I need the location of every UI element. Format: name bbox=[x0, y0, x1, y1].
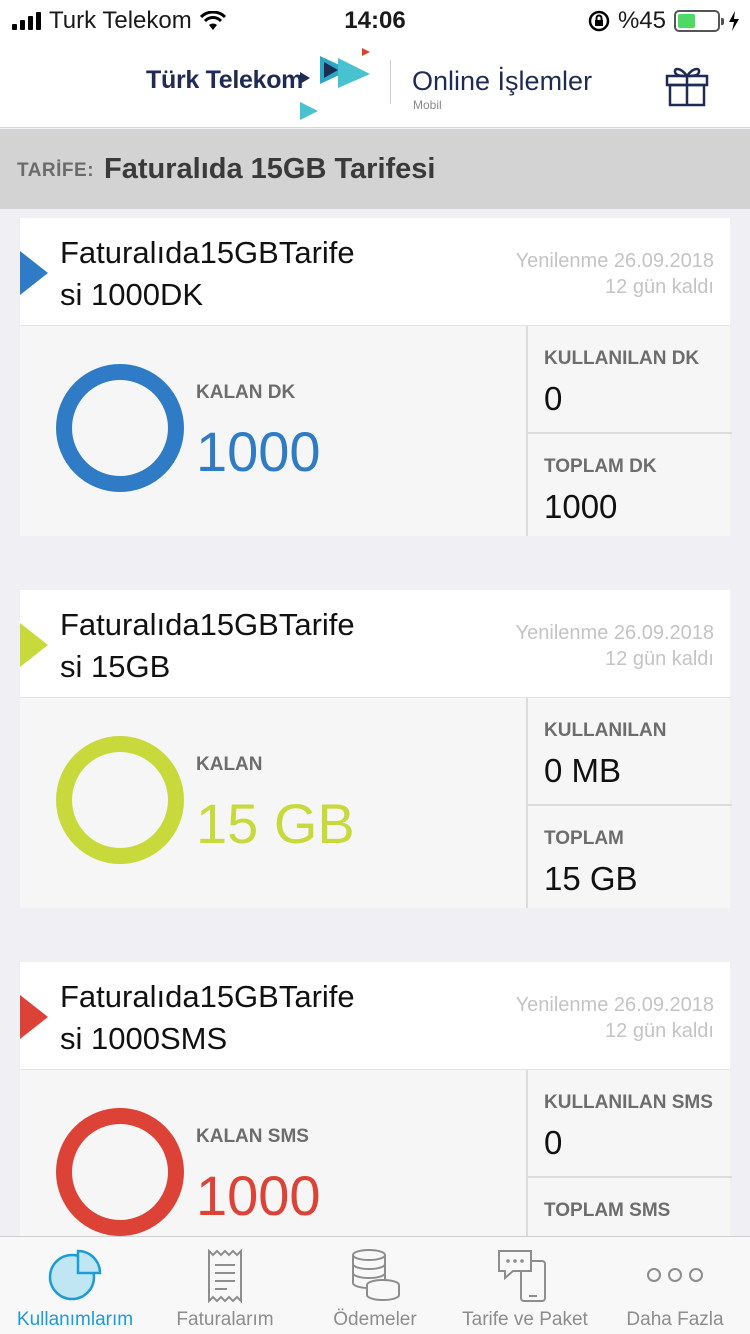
days-left: 12 gün kaldı bbox=[605, 1020, 714, 1042]
tariff-label: TARİFE: bbox=[17, 160, 95, 181]
used-value: 0 bbox=[544, 380, 563, 417]
card-title: Faturalıda15GBTarife si 15GB bbox=[60, 604, 390, 688]
used-row: KULLANILAN DK 0 bbox=[528, 326, 732, 430]
usage-side-panel: KULLANILAN DK 0 TOPLAM DK 1000 bbox=[526, 326, 732, 536]
charging-icon bbox=[729, 11, 739, 31]
more-icon bbox=[647, 1268, 703, 1282]
battery-percent: %45 bbox=[617, 7, 666, 34]
rotation-lock-icon bbox=[588, 10, 610, 32]
package-card-data[interactable]: Faturalıda15GBTarife si 15GB Yenilenme 2… bbox=[20, 590, 732, 908]
green-arrow-icon bbox=[20, 623, 48, 667]
package-card-sms[interactable]: Faturalıda15GBTarife si 1000SMS Yenilenm… bbox=[20, 962, 732, 1280]
card-header: Faturalıda15GBTarife si 15GB Yenilenme 2… bbox=[20, 590, 730, 698]
card-title-line2: si 15GB bbox=[60, 649, 171, 684]
renewal-date: Yenilenme 26.09.2018 bbox=[515, 622, 714, 644]
used-label: KULLANILAN SMS bbox=[544, 1092, 713, 1113]
tariff-bar: TARİFE: Faturalıda 15GB Tarifesi bbox=[0, 129, 750, 209]
tab-label: Tarife ve Paket bbox=[462, 1309, 588, 1330]
tab-tarife-ve-paket[interactable]: Tarife ve Paket bbox=[450, 1237, 600, 1334]
total-row: TOPLAM DK 1000 bbox=[528, 432, 732, 536]
renewal-date: Yenilenme 26.09.2018 bbox=[515, 994, 714, 1016]
remaining-value: 1000 bbox=[196, 420, 321, 483]
brand-name: Türk Telekom bbox=[146, 66, 304, 94]
tab-label: Faturalarım bbox=[176, 1309, 274, 1330]
card-title-line2: si 1000SMS bbox=[60, 1021, 228, 1056]
tab-label: Daha Fazla bbox=[626, 1309, 724, 1330]
tab-label: Ödemeler bbox=[333, 1309, 417, 1330]
used-value: 0 bbox=[544, 1124, 563, 1161]
used-row: KULLANILAN 0 MB bbox=[528, 698, 732, 802]
used-label: KULLANILAN DK bbox=[544, 348, 700, 369]
tab-odemeler[interactable]: Ödemeler bbox=[300, 1237, 450, 1334]
remaining-label: KALAN bbox=[196, 754, 263, 775]
total-label: TOPLAM bbox=[544, 828, 624, 849]
blue-arrow-icon bbox=[20, 251, 48, 295]
renewal-info: Yenilenme 26.09.2018 12 gün kaldı bbox=[516, 620, 714, 672]
remaining-value: 15 GB bbox=[196, 792, 355, 855]
usage-side-panel: KULLANILAN 0 MB TOPLAM 15 GB bbox=[526, 698, 732, 908]
remaining-label: KALAN SMS bbox=[196, 1126, 309, 1147]
card-title-line2: si 1000DK bbox=[60, 277, 204, 312]
usage-ring bbox=[56, 1108, 184, 1236]
card-header: Faturalıda15GBTarife si 1000SMS Yenilenm… bbox=[20, 962, 730, 1070]
tab-label: Kullanımlarım bbox=[16, 1309, 134, 1330]
total-label: TOPLAM DK bbox=[544, 456, 657, 477]
header-subtitle: Mobil bbox=[413, 98, 442, 112]
tariff-name: Faturalıda 15GB Tarifesi bbox=[104, 152, 436, 185]
card-body: KALAN 15 GB KULLANILAN 0 MB TOPLAM 15 GB bbox=[20, 698, 732, 908]
tab-kullanimlarim[interactable]: Kullanımlarım bbox=[0, 1237, 150, 1334]
card-header: Faturalıda15GBTarife si 1000DK Yenilenme… bbox=[20, 218, 730, 326]
total-value: 1000 bbox=[544, 488, 618, 525]
days-left: 12 gün kaldı bbox=[605, 276, 714, 298]
header-divider bbox=[390, 60, 391, 104]
card-title-line1: Faturalıda15GBTarife bbox=[60, 979, 355, 1014]
tab-faturalarim[interactable]: Faturalarım bbox=[150, 1237, 300, 1334]
package-card-minutes[interactable]: Faturalıda15GBTarife si 1000DK Yenilenme… bbox=[20, 218, 732, 536]
card-body: KALAN DK 1000 KULLANILAN DK 0 TOPLAM DK … bbox=[20, 326, 732, 536]
coins-icon bbox=[352, 1249, 400, 1301]
used-row: KULLANILAN SMS 0 bbox=[528, 1070, 732, 1174]
tab-bar: Kullanımlarım Faturalarım Ödemeler Tarif… bbox=[0, 1236, 750, 1334]
receipt-icon bbox=[208, 1248, 242, 1303]
status-right: %45 bbox=[588, 7, 740, 35]
tab-daha-fazla[interactable]: Daha Fazla bbox=[600, 1237, 750, 1334]
gift-icon[interactable] bbox=[664, 62, 710, 108]
renewal-info: Yenilenme 26.09.2018 12 gün kaldı bbox=[516, 248, 714, 300]
card-title: Faturalıda15GBTarife si 1000DK bbox=[60, 232, 390, 316]
usage-ring bbox=[56, 736, 184, 864]
remaining-value: 1000 bbox=[196, 1164, 321, 1227]
red-arrow-icon bbox=[20, 995, 48, 1039]
header-title: Online İşlemler bbox=[412, 66, 593, 96]
used-value: 0 MB bbox=[544, 752, 622, 789]
phone-chat-icon bbox=[498, 1250, 546, 1302]
status-bar: Turk Telekom 14:06 %45 bbox=[0, 0, 750, 40]
app-header: Türk Telekom Online İşlemler Mobil bbox=[0, 40, 750, 128]
total-row: TOPLAM 15 GB bbox=[528, 804, 732, 908]
days-left: 12 gün kaldı bbox=[605, 648, 714, 670]
used-label: KULLANILAN bbox=[544, 720, 667, 741]
card-title: Faturalıda15GBTarife si 1000SMS bbox=[60, 976, 390, 1060]
remaining-label: KALAN DK bbox=[196, 382, 296, 403]
renewal-date: Yenilenme 26.09.2018 bbox=[515, 250, 714, 272]
renewal-info: Yenilenme 26.09.2018 12 gün kaldı bbox=[516, 992, 714, 1044]
card-title-line1: Faturalıda15GBTarife bbox=[60, 607, 355, 642]
total-label: TOPLAM SMS bbox=[544, 1200, 671, 1221]
card-title-line1: Faturalıda15GBTarife bbox=[60, 235, 355, 270]
turk-telekom-logo-icon bbox=[300, 48, 370, 120]
battery-icon bbox=[674, 10, 724, 32]
pie-chart-icon bbox=[48, 1249, 102, 1301]
total-value: 15 GB bbox=[544, 860, 638, 897]
usage-ring bbox=[56, 364, 184, 492]
